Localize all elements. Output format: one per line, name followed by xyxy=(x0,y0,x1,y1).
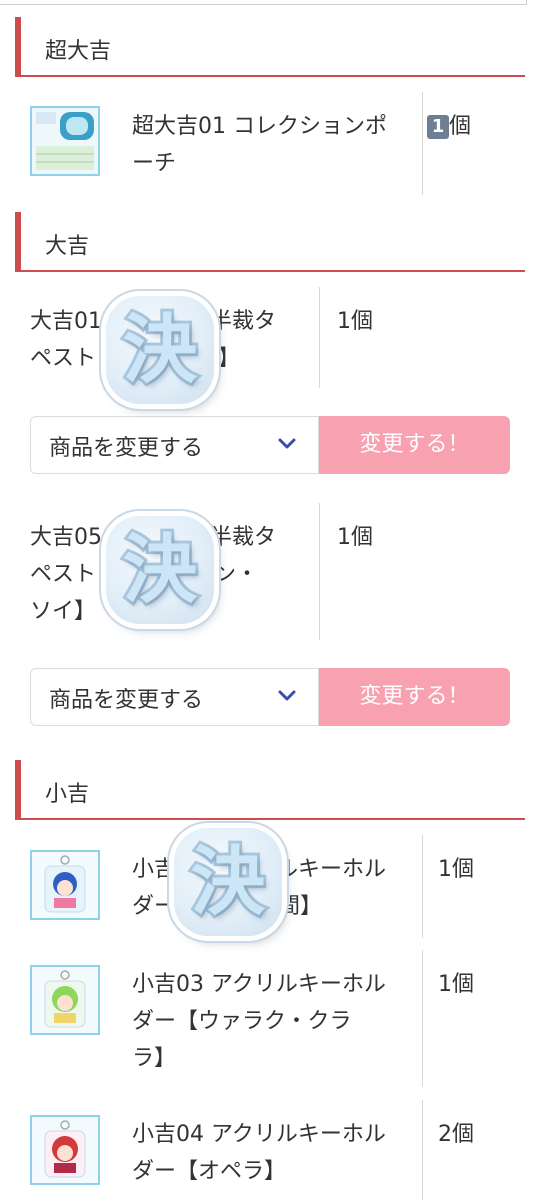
column-divider xyxy=(319,287,320,388)
section-header-shokichi: 小吉 xyxy=(15,760,525,820)
chevron-down-icon xyxy=(278,438,296,449)
stamp-text: 決 xyxy=(120,304,200,396)
change-item-select[interactable]: 商品を変更する xyxy=(30,416,319,474)
pouch-image-icon xyxy=(32,108,98,174)
section-title: 超大吉 xyxy=(45,39,112,64)
change-item-select[interactable]: 商品を変更する xyxy=(30,668,319,726)
item-thumbnail-pouch[interactable] xyxy=(30,106,100,176)
item-name-keyholder-03: 小吉03 アクリルキーホル ダー【ウァラク・クラ ラ】 xyxy=(132,966,386,1077)
stamp-text: 決 xyxy=(120,524,200,616)
item-name-line: ダー【オペラ】 xyxy=(132,1159,287,1184)
item-name-part: ルキーホル xyxy=(276,857,387,882)
item-quantity: 1個 xyxy=(427,108,471,145)
section-header-chodaikichi: 超大吉 xyxy=(15,17,525,77)
item-name-part: 大吉05 xyxy=(30,525,102,550)
keycap-1-icon: 1 xyxy=(427,115,449,139)
item-quantity: 2個 xyxy=(438,1122,474,1147)
keyholder-image-icon xyxy=(32,1117,98,1183)
section-header-daikichi: 大吉 xyxy=(15,212,525,272)
stamp-text: 決 xyxy=(188,836,268,928)
item-thumbnail-keyholder-04[interactable] xyxy=(30,1115,100,1185)
item-name-line: 超大吉01 コレクションポ xyxy=(132,114,387,139)
item-name-keyholder-04: 小吉04 アクリルキーホル ダー【オペラ】 xyxy=(132,1116,386,1190)
column-divider xyxy=(319,503,320,640)
section-title: 小吉 xyxy=(45,782,90,807)
column-divider xyxy=(422,950,423,1087)
item-quantity: 1個 xyxy=(337,525,373,550)
item-name-pouch: 超大吉01 コレクションポ ーチ xyxy=(132,108,387,182)
chevron-down-icon xyxy=(278,690,296,701)
item-thumbnail-keyholder-a[interactable] xyxy=(30,850,100,920)
change-button[interactable]: 変更する！ xyxy=(319,416,510,474)
item-name-line: ダー【ウァラク・クラ xyxy=(132,1009,352,1034)
item-name-line: 小吉03 アクリルキーホル xyxy=(132,972,386,997)
item-name-part: ペスト xyxy=(30,562,97,587)
decision-stamp: 決 xyxy=(168,822,288,942)
item-name-line: ーチ xyxy=(132,151,177,176)
decision-stamp: 決 xyxy=(100,510,220,630)
change-button[interactable]: 変更する！ xyxy=(319,668,510,726)
item-name-part: ペスト xyxy=(30,346,97,371)
column-divider xyxy=(422,92,423,195)
item-name-part: 大吉01 xyxy=(30,309,102,334)
keyholder-image-icon xyxy=(32,967,98,1033)
item-quantity: 1個 xyxy=(438,972,474,997)
item-quantity: 1個 xyxy=(337,309,373,334)
quantity-unit: 個 xyxy=(449,114,472,139)
select-label: 商品を変更する xyxy=(49,436,204,461)
item-name-line: 小吉04 アクリルキーホル xyxy=(132,1122,386,1147)
item-thumbnail-keyholder-03[interactable] xyxy=(30,965,100,1035)
section-title: 大吉 xyxy=(45,234,90,259)
item-name-line: ラ】 xyxy=(132,1046,177,1071)
item-quantity: 1個 xyxy=(438,857,474,882)
column-divider xyxy=(422,835,423,938)
column-divider xyxy=(422,1100,423,1200)
top-divider xyxy=(0,0,527,5)
keyholder-image-icon xyxy=(32,852,98,918)
select-label: 商品を変更する xyxy=(49,688,204,713)
decision-stamp: 決 xyxy=(100,290,220,410)
